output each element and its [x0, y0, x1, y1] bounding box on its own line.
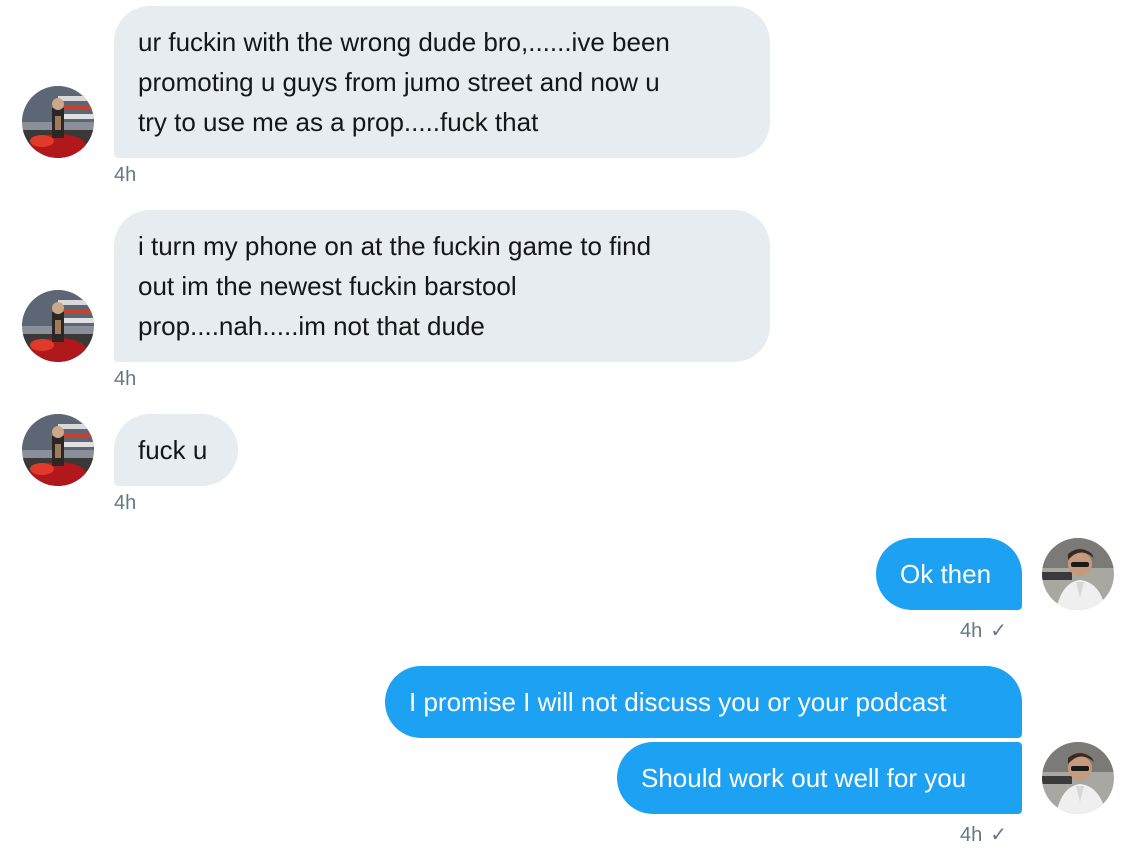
message-timestamp: 4h	[114, 492, 137, 514]
outgoing-message-bubble[interactable]: I promise I will not discuss you or your…	[385, 666, 1022, 738]
message-line: Should work out well for you	[641, 763, 967, 793]
timestamp-text: 4h	[960, 824, 983, 846]
incoming-message-bubble[interactable]: i turn my phone on at the fuckin game to…	[114, 210, 770, 362]
message-timestamp: 4h	[114, 164, 137, 186]
sender-avatar[interactable]	[22, 290, 94, 362]
sender-avatar[interactable]	[22, 414, 94, 486]
message-line: out im the newest fuckin barstool	[138, 271, 517, 301]
message-line: ur fuckin with the wrong dude bro,......…	[138, 27, 670, 57]
outgoing-message-bubble[interactable]: Ok then	[876, 538, 1022, 610]
self-avatar[interactable]	[1042, 538, 1114, 610]
incoming-message-bubble[interactable]: ur fuckin with the wrong dude bro,......…	[114, 6, 770, 158]
message-timestamp: 4h	[114, 368, 137, 390]
checkmark-icon: ✓	[990, 620, 1008, 642]
message-line: i turn my phone on at the fuckin game to…	[138, 231, 652, 261]
message-line: Ok then	[900, 559, 992, 589]
timestamp-text: 4h	[960, 620, 983, 642]
message-line: promoting u guys from jumo street and no…	[138, 67, 660, 97]
message-timestamp: 4h ✓	[960, 823, 1007, 847]
message-line: fuck u	[138, 435, 208, 465]
message-line: try to use me as a prop.....fuck that	[138, 107, 539, 137]
message-line: prop....nah.....im not that dude	[138, 311, 485, 341]
incoming-message-bubble[interactable]: fuck u	[114, 414, 238, 486]
sender-avatar[interactable]	[22, 86, 94, 158]
outgoing-message-bubble[interactable]: Should work out well for you	[617, 742, 1022, 814]
self-avatar[interactable]	[1042, 742, 1114, 814]
message-line: I promise I will not discuss you or your…	[409, 687, 947, 717]
checkmark-icon: ✓	[990, 824, 1008, 846]
message-thread: ur fuckin with the wrong dude bro,......…	[0, 0, 1140, 858]
message-timestamp: 4h ✓	[960, 619, 1007, 643]
